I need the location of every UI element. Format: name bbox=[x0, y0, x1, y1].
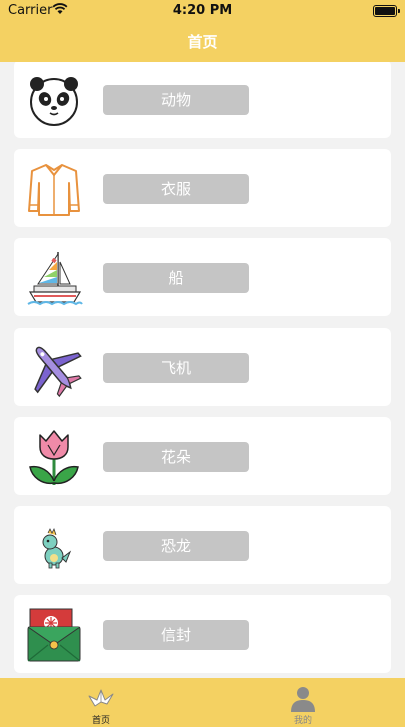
profile-icon bbox=[291, 687, 315, 712]
list-item[interactable]: 动物 bbox=[14, 62, 391, 138]
list-item[interactable]: 信封 bbox=[14, 595, 391, 673]
category-button-clothes[interactable]: 衣服 bbox=[103, 174, 249, 204]
battery-icon bbox=[373, 5, 400, 17]
tab-mine[interactable]: 我的 bbox=[202, 678, 404, 727]
airplane-icon bbox=[34, 346, 82, 398]
category-button-animal[interactable]: 动物 bbox=[103, 85, 249, 115]
dinosaur-icon bbox=[42, 527, 72, 569]
tab-mine-label: 我的 bbox=[293, 716, 312, 726]
tab-bar: 首页 我的 bbox=[0, 678, 405, 727]
panda-icon bbox=[30, 77, 78, 126]
status-bar: Carrier 4:20 PM bbox=[0, 0, 405, 22]
nav-bar: 首页 bbox=[0, 22, 405, 62]
paper-crane-icon bbox=[88, 689, 114, 707]
clock: 4:20 PM bbox=[172, 3, 233, 18]
category-button-airplane[interactable]: 飞机 bbox=[103, 353, 249, 383]
sailboat-icon bbox=[27, 252, 83, 306]
list-item[interactable]: 飞机 bbox=[14, 328, 391, 406]
category-button-dinosaur[interactable]: 恐龙 bbox=[103, 531, 249, 561]
shirt-icon bbox=[28, 164, 80, 216]
page-title: 首页 bbox=[187, 33, 218, 51]
list-item[interactable]: 花朵 bbox=[14, 417, 391, 495]
envelope-icon bbox=[27, 608, 81, 662]
list-item[interactable]: 船 bbox=[14, 238, 391, 316]
tulip-icon bbox=[29, 430, 79, 485]
tab-home[interactable]: 首页 bbox=[0, 678, 202, 727]
category-button-boat[interactable]: 船 bbox=[103, 263, 249, 293]
list-item[interactable]: 恐龙 bbox=[14, 506, 391, 584]
category-button-envelope[interactable]: 信封 bbox=[103, 620, 249, 650]
tab-home-label: 首页 bbox=[91, 716, 110, 726]
category-list: 动物 衣服 船 飞机 花朵 恐龙 信封 bbox=[0, 62, 405, 678]
list-item[interactable]: 衣服 bbox=[14, 149, 391, 227]
category-button-flower[interactable]: 花朵 bbox=[103, 442, 249, 472]
